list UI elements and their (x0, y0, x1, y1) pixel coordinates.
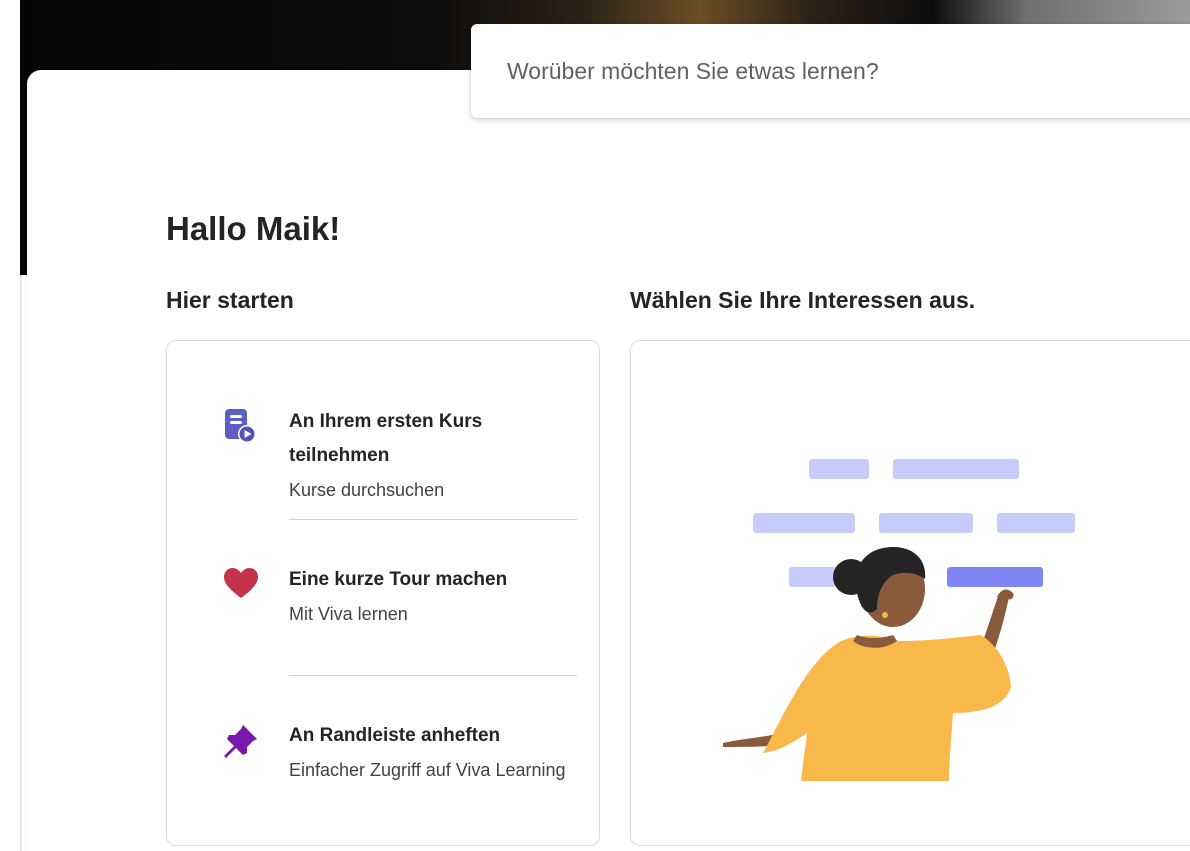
interest-chip (809, 459, 869, 479)
figure-hair-bun (833, 559, 869, 595)
pin-icon (223, 723, 259, 759)
interests-section-title: Wählen Sie Ihre Interessen aus. (630, 287, 976, 313)
interests-card[interactable] (630, 340, 1190, 846)
search-box[interactable] (471, 24, 1190, 118)
course-play-icon (223, 409, 259, 445)
left-gutter (0, 0, 20, 851)
greeting-heading: Hallo Maik! (166, 210, 341, 247)
viva-learning-home: Hallo Maik! Hier starten Wählen Sie Ihre… (0, 0, 1190, 851)
start-section-title: Hier starten (166, 287, 294, 313)
left-rail (20, 275, 22, 851)
divider (289, 519, 577, 520)
interest-chip-selected (947, 567, 1043, 587)
divider (289, 675, 577, 676)
start-item-subtitle: Kurse durchsuchen (289, 480, 445, 500)
figure-shirt (763, 635, 1011, 781)
search-input[interactable] (505, 56, 1159, 86)
start-item-text: An Ihrem ersten Kurs teilnehmen Kurse du… (289, 405, 569, 507)
figure-earring (882, 612, 888, 618)
heart-icon (223, 567, 259, 603)
start-card: An Ihrem ersten Kurs teilnehmen Kurse du… (166, 340, 600, 846)
start-item-title: An Randleiste anheften (289, 725, 501, 746)
interest-chip (997, 513, 1075, 533)
interest-chip (893, 459, 1019, 479)
start-item-title: Eine kurze Tour machen (289, 569, 508, 590)
start-item-subtitle: Mit Viva lernen (289, 604, 408, 624)
start-item-subtitle: Einfacher Zugriff auf Viva Learning (289, 760, 566, 780)
start-item-text: Eine kurze Tour machen Mit Viva lernen (289, 563, 569, 631)
start-item-title: An Ihrem ersten Kurs teilnehmen (289, 411, 483, 466)
interest-chip (879, 513, 973, 533)
start-item-tour[interactable]: Eine kurze Tour machen Mit Viva lernen (223, 563, 523, 643)
interest-chip (789, 567, 837, 587)
start-item-text: An Randleiste anheften Einfacher Zugriff… (289, 719, 569, 787)
start-item-pin[interactable]: An Randleiste anheften Einfacher Zugriff… (223, 719, 566, 829)
interest-chip (753, 513, 855, 533)
start-item-first-course[interactable]: An Ihrem ersten Kurs teilnehmen Kurse du… (223, 405, 523, 515)
interests-illustration (723, 459, 1075, 781)
